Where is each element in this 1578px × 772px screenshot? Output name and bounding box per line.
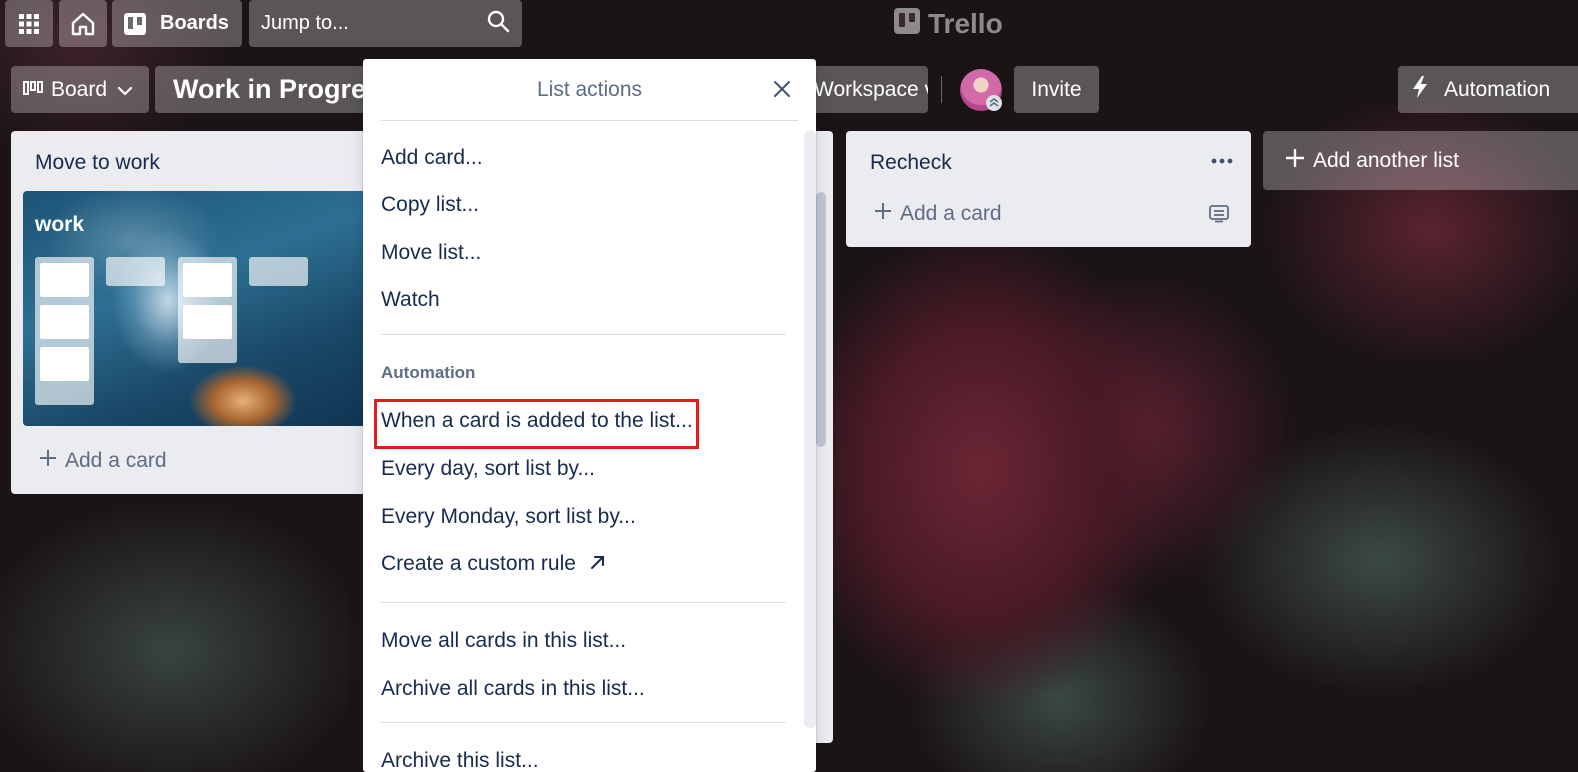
list-recheck: Recheck Add a card	[846, 131, 1251, 247]
grid-icon	[18, 13, 40, 35]
trello-logo[interactable]: Trello	[894, 7, 1003, 41]
boards-button[interactable]: Boards	[112, 0, 242, 47]
menu-item-archive-all-cards[interactable]: Archive all cards in this list...	[381, 677, 645, 701]
custom-rule-label: Create a custom rule	[381, 552, 576, 575]
board-card[interactable]: work	[23, 191, 375, 426]
apps-button[interactable]	[5, 0, 53, 47]
search-placeholder: Jump to...	[261, 12, 349, 34]
menu-item-copy-list[interactable]: Copy list...	[381, 193, 479, 217]
home-button[interactable]	[59, 0, 107, 47]
menu-item-every-monday-sort[interactable]: Every Monday, sort list by...	[381, 505, 636, 529]
add-card-button[interactable]: Add a card	[874, 202, 1002, 226]
admin-badge-icon	[986, 95, 1002, 111]
add-card-label: Add a card	[65, 449, 167, 472]
add-list-button[interactable]: Add another list	[1263, 131, 1578, 190]
visibility-label: Workspace visible	[814, 77, 928, 101]
chevron-down-icon	[117, 78, 133, 102]
list-move-to-work: Move to work work Add a card	[11, 131, 375, 494]
menu-item-add-card[interactable]: Add card...	[381, 146, 483, 170]
automation-button[interactable]: Automation	[1398, 66, 1578, 113]
search-input[interactable]: Jump to...	[249, 0, 522, 47]
add-card-label: Add a card	[900, 202, 1002, 225]
menu-item-move-all-cards[interactable]: Move all cards in this list...	[381, 629, 626, 653]
logo-text: Trello	[928, 8, 1003, 39]
highlight-box	[374, 399, 699, 449]
board-icon	[124, 12, 146, 35]
boards-label: Boards	[160, 12, 229, 34]
divider	[381, 334, 786, 335]
menu-item-archive-list[interactable]: Archive this list...	[381, 749, 539, 772]
plus-icon	[874, 202, 892, 226]
trello-logo-icon	[894, 7, 920, 41]
more-icon[interactable]	[1211, 151, 1233, 169]
list-scrollbar[interactable]	[816, 192, 826, 447]
divider	[381, 722, 786, 723]
divider	[381, 120, 798, 121]
list-title[interactable]: Move to work	[35, 151, 160, 175]
popover-title: List actions	[536, 78, 643, 101]
arrow-up-right-icon	[590, 552, 606, 576]
card-template-icon[interactable]	[1209, 205, 1229, 228]
popover-scrollbar-track[interactable]	[804, 130, 816, 728]
menu-item-custom-rule[interactable]: Create a custom rule	[381, 552, 606, 576]
divider	[381, 602, 786, 603]
menu-item-move-list[interactable]: Move list...	[381, 241, 481, 265]
close-icon[interactable]	[772, 79, 792, 104]
automation-label: Automation	[1444, 77, 1551, 101]
board-view-icon	[23, 78, 43, 102]
plus-icon	[1285, 148, 1305, 174]
view-label: Board	[51, 77, 108, 101]
automation-heading: Automation	[381, 363, 476, 382]
plus-icon	[39, 449, 57, 473]
top-header: Boards Jump to... Trello	[0, 0, 1578, 52]
menu-item-watch[interactable]: Watch	[381, 288, 440, 312]
add-card-button[interactable]: Add a card	[39, 449, 167, 473]
add-list-label: Add another list	[1313, 148, 1459, 172]
list-title[interactable]: Recheck	[870, 151, 952, 175]
invite-button[interactable]: Invite	[1014, 66, 1099, 113]
search-icon	[486, 9, 510, 39]
home-icon	[70, 11, 96, 37]
invite-label: Invite	[1031, 77, 1082, 101]
view-switcher-button[interactable]: Board	[11, 66, 149, 113]
header-divider	[941, 76, 942, 103]
card-title: work	[35, 213, 85, 236]
lightning-icon	[1412, 75, 1428, 104]
menu-item-every-day-sort[interactable]: Every day, sort list by...	[381, 457, 595, 481]
board-title[interactable]: Work in Progress	[155, 66, 395, 113]
